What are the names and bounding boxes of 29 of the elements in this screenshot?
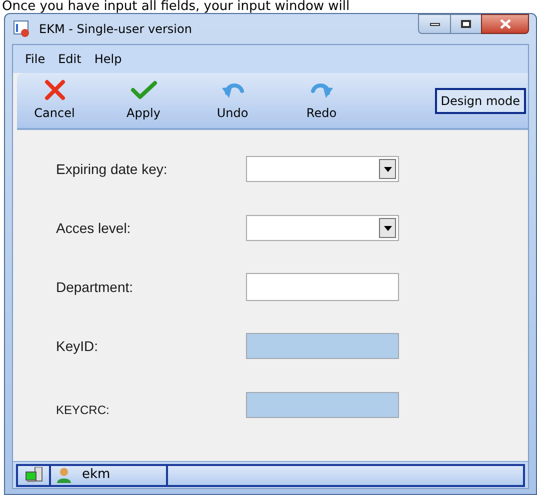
toolbar-button[interactable]: Redo — [290, 79, 353, 122]
menu-item[interactable]: Help — [94, 50, 122, 68]
field-label: KeyID: — [56, 336, 100, 356]
maximize-icon[interactable] — [451, 14, 481, 34]
user-name: ekm — [82, 466, 110, 484]
close-icon[interactable] — [481, 14, 529, 34]
field-label: Department: — [56, 278, 134, 297]
field-label: Acces level: — [56, 218, 132, 238]
design-mode-button[interactable]: Design mode — [434, 88, 526, 114]
document-text: Once you have input all fields, your input window will — [2, 0, 350, 13]
input-field[interactable] — [246, 333, 399, 359]
minimize-icon[interactable] — [418, 14, 451, 34]
close-icon — [44, 79, 66, 101]
input-field[interactable] — [246, 273, 399, 301]
menu-item[interactable]: Edit — [58, 50, 82, 68]
toolbar-button[interactable]: Cancel — [23, 79, 86, 122]
computer-icon — [24, 467, 42, 483]
toolbar-button[interactable]: Undo — [201, 79, 264, 122]
dropdown-field[interactable] — [246, 156, 399, 182]
menu-item[interactable]: File — [25, 50, 46, 68]
user-icon — [56, 467, 72, 483]
window-title: EKM - Single-user version — [39, 21, 192, 38]
checkmark-icon — [130, 80, 156, 100]
input-field[interactable] — [246, 392, 399, 418]
toolbar-button[interactable]: Apply — [112, 79, 175, 122]
app-icon — [13, 20, 31, 38]
field-label: KEYCRC: — [56, 402, 110, 419]
field-label: Expiring date key: — [56, 160, 168, 179]
dropdown-field[interactable] — [246, 215, 399, 241]
